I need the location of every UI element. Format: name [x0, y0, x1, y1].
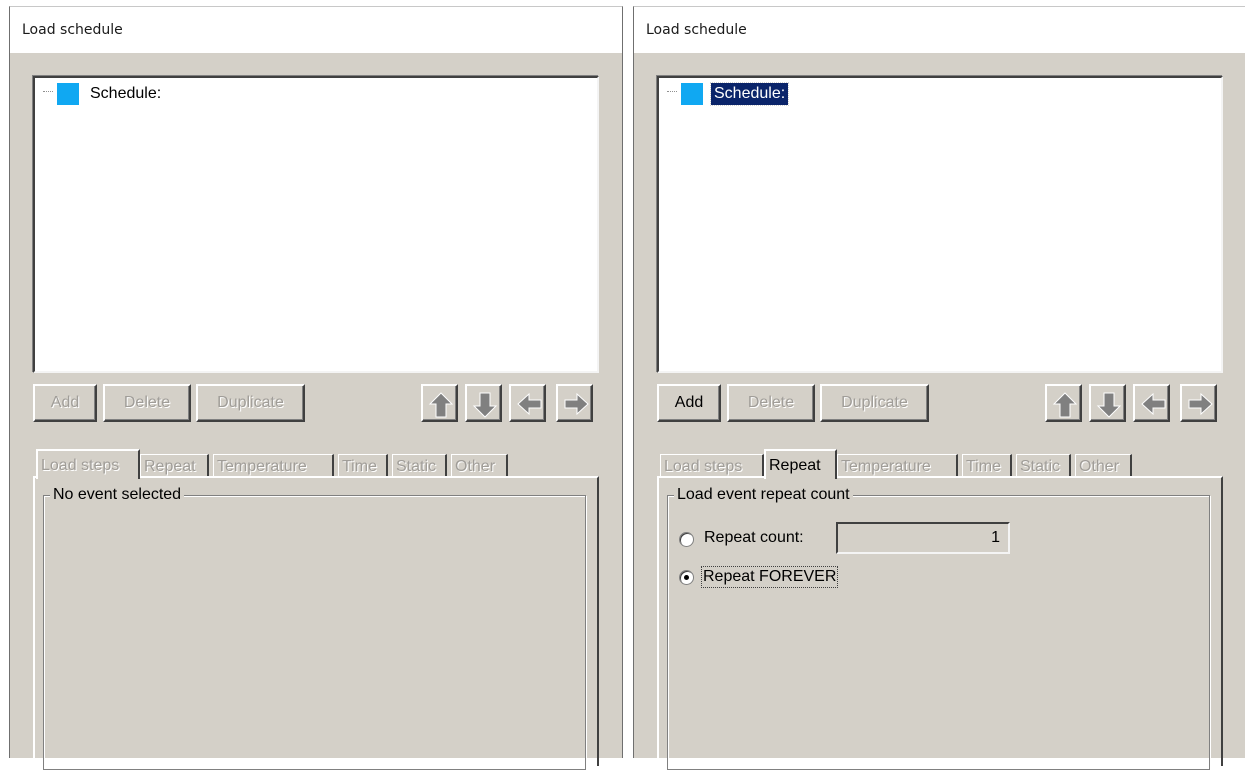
- move-up-button[interactable]: [1045, 384, 1082, 422]
- repeat-count-radio[interactable]: [679, 532, 694, 547]
- add-button[interactable]: Add: [33, 384, 97, 422]
- duplicate-button[interactable]: Duplicate: [820, 384, 929, 422]
- tab-label: Static: [1020, 458, 1061, 475]
- tab-label: Temperature: [841, 458, 931, 475]
- tab-other[interactable]: Other: [1075, 454, 1132, 478]
- tab-load-steps[interactable]: Load steps: [660, 454, 764, 478]
- window-title: Load schedule: [10, 7, 622, 53]
- schedule-tree-root[interactable]: Schedule:: [709, 82, 790, 106]
- move-up-button[interactable]: [421, 384, 458, 422]
- window-title: Load schedule: [634, 7, 1245, 53]
- load-schedule-window-left: Load schedule Schedule: Add Delete Dupli…: [9, 6, 623, 770]
- tab-repeat[interactable]: Repeat: [764, 449, 837, 479]
- move-right-button[interactable]: [556, 384, 593, 422]
- schedule-tree-root[interactable]: Schedule:: [87, 83, 164, 105]
- event-groupbox: No event selected: [43, 485, 586, 770]
- tab-label: Static: [396, 458, 437, 475]
- add-button[interactable]: Add: [657, 384, 721, 422]
- tab-temperature[interactable]: Temperature: [213, 454, 334, 478]
- repeat-count-field[interactable]: 1: [836, 522, 1010, 554]
- tab-static[interactable]: Static: [1016, 454, 1071, 478]
- delete-button[interactable]: Delete: [727, 384, 815, 422]
- move-down-button[interactable]: [465, 384, 502, 422]
- right-arrow-icon: [564, 393, 589, 415]
- load-schedule-window-right: Load schedule Schedule: Add Delete Dupli…: [633, 6, 1245, 770]
- tab-static[interactable]: Static: [392, 454, 447, 478]
- schedule-node-icon: [681, 83, 703, 105]
- tab-time[interactable]: Time: [338, 454, 388, 478]
- tab-label: Load steps: [41, 457, 120, 474]
- tab-other[interactable]: Other: [451, 454, 508, 478]
- tab-repeat[interactable]: Repeat: [140, 454, 209, 478]
- groupbox-title: Load event repeat count: [674, 485, 853, 505]
- left-arrow-icon: [517, 393, 542, 415]
- repeat-forever-label[interactable]: Repeat FOREVER: [700, 566, 839, 588]
- tab-label: Time: [342, 458, 377, 475]
- left-arrow-icon: [1141, 393, 1166, 415]
- tab-time[interactable]: Time: [962, 454, 1012, 478]
- repeat-count-label[interactable]: Repeat count:: [704, 528, 804, 548]
- down-arrow-icon: [473, 392, 497, 418]
- tab-label: Time: [966, 458, 1001, 475]
- radio-dot: [684, 575, 689, 580]
- move-left-button[interactable]: [1133, 384, 1170, 422]
- groupbox-title: No event selected: [50, 485, 185, 505]
- tab-label: Temperature: [217, 458, 307, 475]
- tab-label: Repeat: [144, 458, 196, 475]
- move-down-button[interactable]: [1089, 384, 1126, 422]
- tree-connector: [43, 91, 53, 92]
- tab-temperature[interactable]: Temperature: [837, 454, 958, 478]
- schedule-node-icon: [57, 83, 79, 105]
- tree-connector: [667, 91, 677, 92]
- move-left-button[interactable]: [509, 384, 546, 422]
- repeat-forever-radio[interactable]: [679, 570, 694, 585]
- tab-label: Other: [1079, 458, 1120, 475]
- move-right-button[interactable]: [1180, 384, 1217, 422]
- delete-button[interactable]: Delete: [103, 384, 191, 422]
- tab-label: Load steps: [664, 458, 743, 475]
- schedule-tree[interactable]: Schedule:: [33, 76, 599, 373]
- right-arrow-icon: [1188, 393, 1213, 415]
- up-arrow-icon: [1053, 392, 1077, 418]
- up-arrow-icon: [429, 392, 453, 418]
- tab-load-steps[interactable]: Load steps: [36, 449, 140, 479]
- tab-label: Repeat: [769, 457, 821, 474]
- down-arrow-icon: [1097, 392, 1121, 418]
- tab-label: Other: [455, 458, 496, 475]
- schedule-tree[interactable]: Schedule:: [657, 76, 1223, 373]
- duplicate-button[interactable]: Duplicate: [196, 384, 305, 422]
